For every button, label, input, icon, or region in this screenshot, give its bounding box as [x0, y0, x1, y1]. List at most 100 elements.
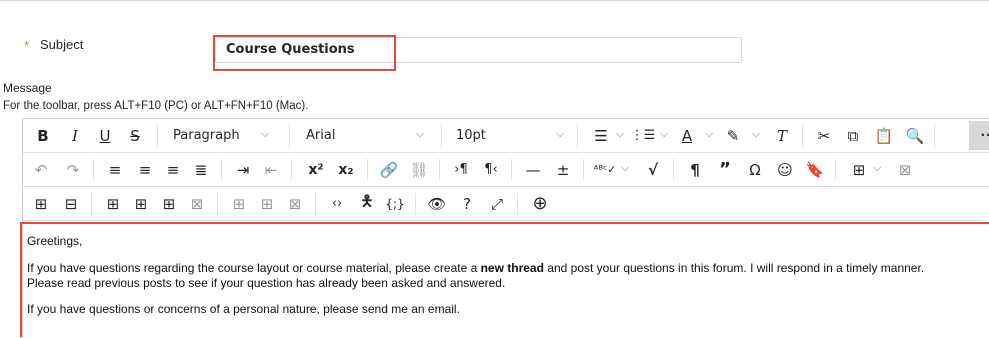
bullet-list-icon[interactable]: ☰ [589, 119, 613, 152]
toolbar-hint: For the toolbar, press ALT+F10 (PC) or A… [3, 100, 309, 112]
new-thread-bold: new thread [480, 261, 544, 275]
table-row-icon[interactable]: ⊟ [59, 187, 83, 220]
link-icon[interactable]: 🔗 [377, 153, 401, 186]
subject-label: Subject [40, 37, 84, 52]
paragraph-format-dropdown[interactable]: Paragraph ⌵ [173, 119, 278, 152]
editor-content-area[interactable]: Greetings, If you have questions regardi… [20, 222, 989, 337]
search-icon[interactable]: 🔍 [903, 119, 927, 152]
toolbar-separator [291, 159, 292, 181]
chevron-down-icon: ⌵ [752, 127, 761, 140]
font-size-dropdown[interactable]: 10pt ⌵ [456, 119, 566, 152]
unlink-icon[interactable]: ⛓ [407, 153, 431, 186]
text-color-icon[interactable]: A [675, 119, 699, 152]
paragraph-format-value: Paragraph [173, 128, 240, 143]
chevron-down-icon: ⌵ [660, 127, 669, 140]
indent-icon[interactable]: ⇥ [231, 153, 255, 186]
align-left-icon[interactable]: ≡ [103, 153, 127, 186]
insert-template-icon[interactable]: {;} [383, 187, 407, 220]
bold-button[interactable]: B [31, 119, 55, 152]
help-icon[interactable]: ? [455, 187, 479, 220]
redo-icon[interactable]: ↷ [61, 153, 85, 186]
underline-button[interactable]: U [93, 119, 117, 152]
chevron-down-icon: ⌵ [705, 127, 714, 140]
toolbar-separator [91, 193, 92, 215]
emoji-icon[interactable]: ☺ [773, 153, 797, 186]
blockquote-icon[interactable]: ” [713, 153, 737, 186]
rtl-direction-icon[interactable]: ¶‹ [479, 153, 503, 186]
ltr-direction-icon[interactable]: ›¶ [449, 153, 473, 186]
cut-icon[interactable]: ✂ [812, 119, 836, 152]
toolbar-separator [511, 159, 512, 181]
chevron-down-icon: ⌵ [556, 127, 565, 140]
paragraph-3: If you have questions or concerns of a p… [27, 302, 460, 316]
toolbar-separator [289, 125, 290, 147]
undo-icon[interactable]: ↶ [29, 153, 53, 186]
paragraph-1-end: and post your questions in this forum. I… [543, 261, 925, 275]
accessibility-icon[interactable]: 🯅 [355, 187, 379, 220]
delete-table-icon[interactable]: ⊠ [893, 153, 917, 186]
toolbar-separator [802, 125, 803, 147]
special-character-icon[interactable]: Ω [743, 153, 767, 186]
bookmark-icon[interactable]: 🔖 [803, 153, 827, 186]
toolbar-separator [934, 125, 935, 147]
subscript-icon[interactable]: x₂ [333, 153, 359, 186]
insert-column-icon[interactable]: ⊞ [157, 187, 181, 220]
outdent-icon[interactable]: ⇤ [259, 153, 283, 186]
toolbar-separator [517, 193, 518, 215]
numbered-list-icon[interactable]: ⋮☰ [631, 119, 656, 152]
add-content-icon[interactable]: ⊕ [527, 187, 553, 220]
insert-line-icon[interactable]: ± [551, 153, 575, 186]
toolbar-separator [439, 159, 440, 181]
required-marker: * [24, 38, 30, 53]
subject-row: * Subject Course Questions [0, 33, 989, 67]
toolbar-separator [835, 159, 836, 181]
toolbar-separator [367, 159, 368, 181]
toolbar-row-3: ⊞ ⊟ ⊞ ⊞ ⊞ ⊠ ⊞ ⊞ ⊠ ‹› 🯅 {;} 👁 ? ⤢ ⊕ [23, 187, 983, 221]
paragraph-mark-icon[interactable]: ¶ [683, 153, 707, 186]
italic-button[interactable]: I [63, 119, 87, 152]
table-icon[interactable]: ⊞ [847, 153, 871, 186]
insert-row-before-icon[interactable]: ⊞ [101, 187, 125, 220]
insert-row-after-icon[interactable]: ⊞ [129, 187, 153, 220]
paragraph-1: If you have questions regarding the cour… [27, 261, 989, 276]
paste-icon[interactable]: 📋 [872, 119, 896, 152]
spellcheck-icon[interactable]: ᴬᴮᶜ✓ [593, 153, 617, 186]
clear-formatting-icon[interactable]: T [770, 119, 794, 152]
source-code-icon[interactable]: ‹› [325, 187, 349, 220]
toolbar-separator [157, 125, 158, 147]
font-family-value: Arial [306, 128, 336, 143]
justify-icon[interactable]: ≣ [189, 153, 213, 186]
toolbar-separator [221, 159, 222, 181]
toolbar-separator [441, 125, 442, 147]
toolbar-separator [217, 193, 218, 215]
superscript-icon[interactable]: x² [303, 153, 329, 186]
horizontal-line-icon[interactable]: — [521, 153, 545, 186]
align-center-icon[interactable]: ≡ [133, 153, 157, 186]
delete-row-icon[interactable]: ⊠ [185, 187, 209, 220]
paragraph-1-start: If you have questions regarding the cour… [27, 261, 481, 275]
preview-icon[interactable]: 👁 [425, 187, 449, 220]
discussion-form: * Subject Course Questions Message For t… [0, 0, 989, 338]
math-formula-icon[interactable]: √ [641, 153, 665, 186]
more-toolbar-button[interactable]: ·· [969, 121, 989, 150]
strikethrough-button[interactable]: S [123, 119, 147, 152]
paragraph-2: Please read previous posts to see if you… [27, 276, 506, 290]
insert-column-before-icon[interactable]: ⊞ [227, 187, 251, 220]
toolbar-separator [93, 159, 94, 181]
table-properties-icon[interactable]: ⊞ [29, 187, 53, 220]
toolbar-separator [673, 159, 674, 181]
font-family-dropdown[interactable]: Arial ⌵ [306, 119, 426, 152]
chevron-down-icon: ⌵ [621, 161, 630, 174]
copy-icon[interactable]: ⧉ [841, 119, 865, 152]
chevron-down-icon: ⌵ [616, 127, 625, 140]
toolbar-separator [583, 159, 584, 181]
delete-column-icon[interactable]: ⊠ [283, 187, 307, 220]
font-size-value: 10pt [456, 128, 486, 143]
insert-column-after-icon[interactable]: ⊞ [255, 187, 279, 220]
fullscreen-icon[interactable]: ⤢ [485, 187, 509, 220]
highlight-color-icon[interactable]: ✎ [720, 119, 746, 152]
align-right-icon[interactable]: ≡ [161, 153, 185, 186]
toolbar-separator [577, 125, 578, 147]
toolbar-separator [315, 193, 316, 215]
subject-input[interactable]: Course Questions [215, 37, 742, 63]
